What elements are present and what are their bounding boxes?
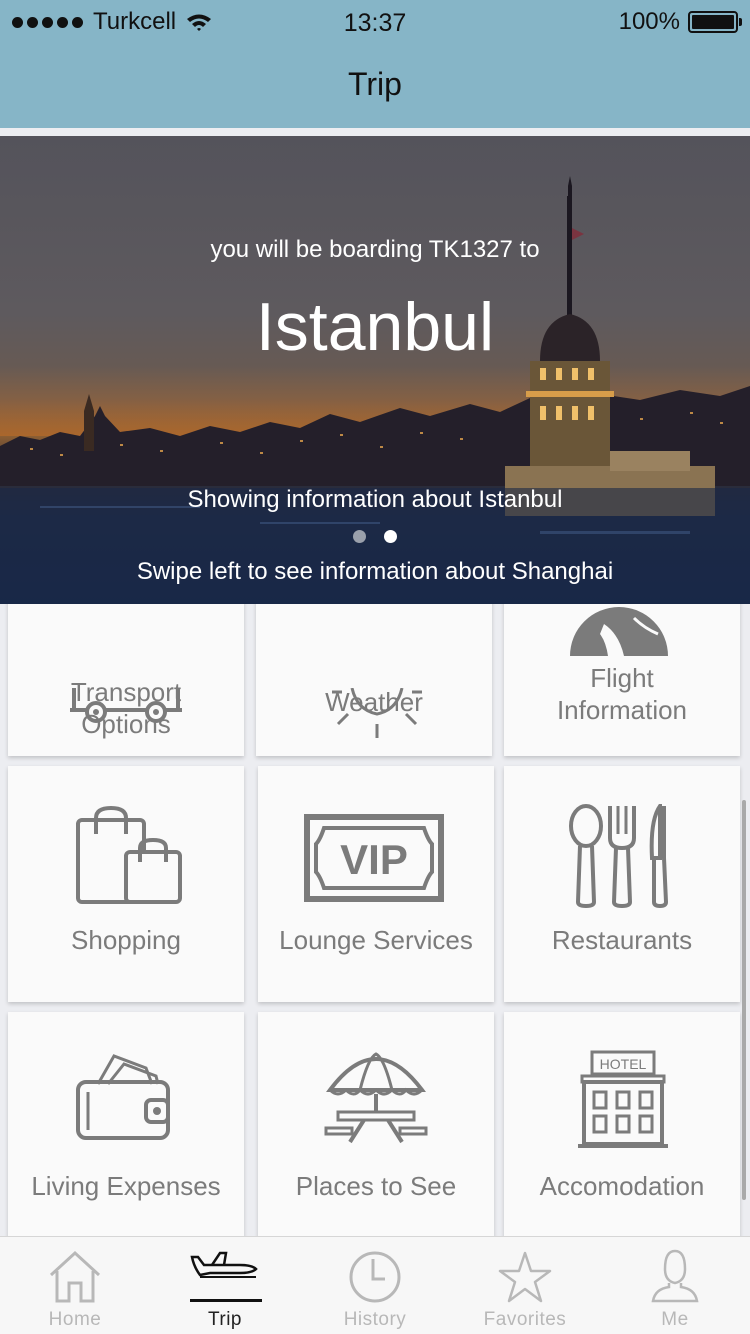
home-icon — [49, 1250, 101, 1303]
page-title: Trip — [348, 66, 402, 102]
tile-label: Places to See — [295, 1171, 457, 1201]
tile-label: Shopping — [71, 925, 181, 955]
globe-icon — [570, 607, 668, 656]
tile-accomodation[interactable]: HOTEL Accomodation — [504, 1012, 740, 1236]
tab-label: Trip — [207, 1309, 243, 1330]
vip-icon: VIP — [304, 814, 444, 902]
tile-places-to-see[interactable]: Places to See — [258, 1012, 494, 1236]
tile-restaurants[interactable]: Restaurants — [504, 766, 740, 1002]
hotel-sign-text: HOTEL — [600, 1056, 647, 1072]
tab-trip[interactable]: Trip — [150, 1237, 300, 1334]
page-dot-1[interactable] — [353, 530, 366, 543]
battery-icon — [688, 11, 742, 33]
hotel-icon: HOTEL — [578, 1050, 668, 1148]
star-icon — [498, 1251, 552, 1303]
destination-banner[interactable]: you will be boarding TK1327 to Istanbul … — [0, 136, 750, 604]
status-bar: Turkcell 13:37 100% — [0, 0, 750, 44]
clock-icon — [349, 1251, 401, 1303]
cutlery-icon — [569, 804, 669, 908]
picnic-table-icon — [324, 1052, 428, 1144]
tile-living-expenses[interactable]: Living Expenses — [8, 1012, 244, 1236]
tab-bar: Home Trip History Favorites Me — [0, 1236, 750, 1334]
status-right: 100% — [618, 8, 742, 36]
tile-transport-options[interactable]: Transport Options — [8, 604, 244, 756]
swipe-hint: Swipe left to see information about Shan… — [136, 558, 614, 585]
tile-label: Transport Options — [70, 677, 182, 739]
wallet-icon — [76, 1054, 170, 1140]
svg-text:VIP: VIP — [340, 836, 408, 883]
active-tab-indicator — [190, 1299, 262, 1302]
tab-me[interactable]: Me — [600, 1237, 750, 1334]
tab-history[interactable]: History — [300, 1237, 450, 1334]
page-indicator[interactable] — [0, 530, 750, 543]
destination-city: Istanbul — [255, 289, 495, 365]
scrollbar[interactable] — [742, 800, 746, 1200]
tab-label: Me — [661, 1309, 689, 1330]
shopping-bags-icon — [76, 806, 182, 904]
tab-label: History — [343, 1309, 407, 1330]
tab-label: Home — [48, 1309, 102, 1330]
boarding-text: you will be boarding TK1327 to — [210, 236, 540, 263]
tile-shopping[interactable]: Shopping — [8, 766, 244, 1002]
showing-info-text: Showing information about Istanbul — [187, 486, 563, 513]
tile-lounge-services[interactable]: VIP Lounge Services — [258, 766, 494, 1002]
battery-percent: 100% — [618, 8, 680, 35]
page-dot-2[interactable] — [384, 530, 397, 543]
airplane-icon — [190, 1251, 258, 1278]
tile-label: Flight Information — [556, 663, 688, 725]
tile-label: Lounge Services — [279, 925, 473, 955]
person-icon — [651, 1249, 699, 1303]
top-bar: Turkcell 13:37 100% Trip — [0, 0, 750, 128]
tile-label: Weather — [325, 687, 423, 717]
tab-label: Favorites — [483, 1309, 567, 1330]
tile-flight-information[interactable]: Flight Information — [504, 604, 740, 756]
tab-home[interactable]: Home — [0, 1237, 150, 1334]
tab-favorites[interactable]: Favorites — [450, 1237, 600, 1334]
tile-label: Restaurants — [551, 925, 693, 955]
features-grid: Transport Options Weather Flight Informati… — [0, 604, 750, 1236]
tile-weather[interactable]: Weather — [256, 604, 492, 756]
tile-label: Accomodation — [539, 1171, 705, 1201]
tile-label: Living Expenses — [31, 1171, 221, 1201]
